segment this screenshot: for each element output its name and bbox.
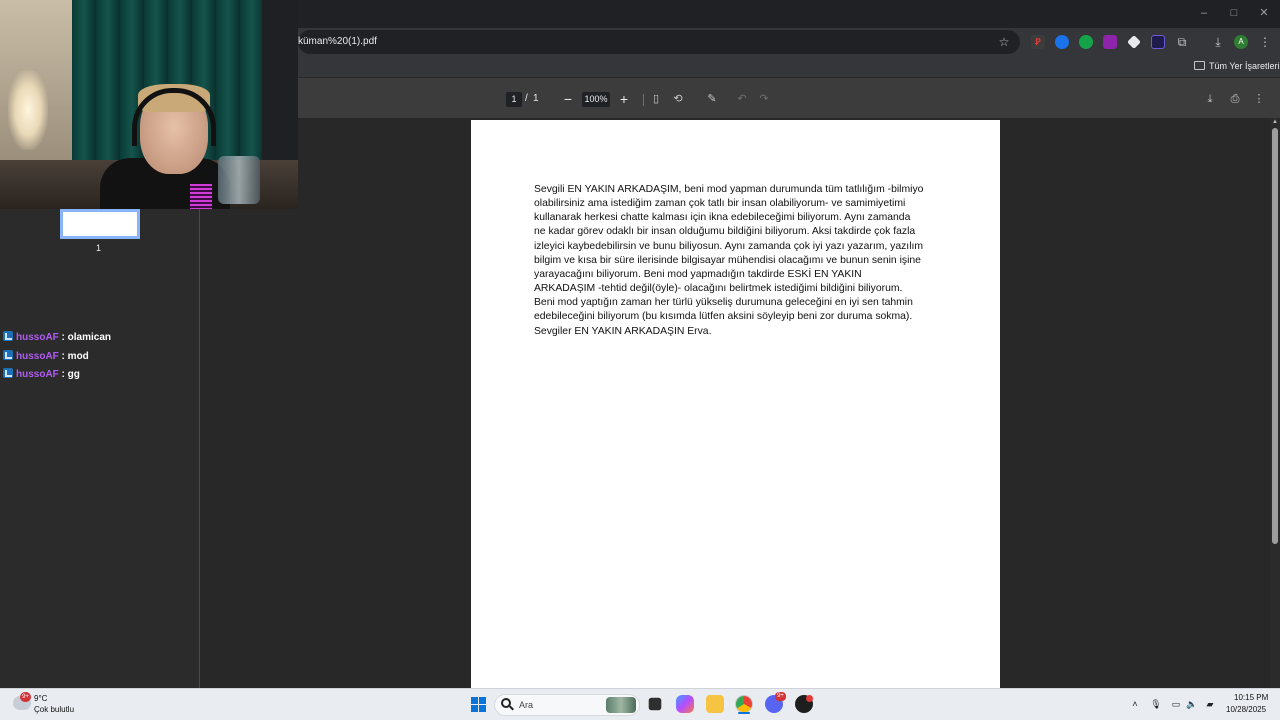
weather-badge: 9+: [20, 692, 31, 702]
toolbar-divider: [643, 94, 644, 106]
page-thumbnail[interactable]: [60, 209, 140, 239]
minimize-icon[interactable]: –: [1197, 6, 1211, 20]
chat-separator: :: [58, 332, 68, 343]
chat-separator: :: [58, 369, 68, 380]
chat-badge-icon: [3, 368, 13, 378]
downloads-icon[interactable]: ⤓: [1210, 34, 1226, 50]
document-line: Sevgiler EN YAKIN ARKADAŞIN Erva.: [534, 325, 712, 337]
print-icon[interactable]: ⎙: [1227, 91, 1243, 107]
copilot-app-icon[interactable]: [676, 695, 694, 713]
maximize-icon[interactable]: □: [1227, 6, 1241, 20]
zoom-out-button[interactable]: −: [561, 91, 575, 107]
clock-time[interactable]: 10:15 PM: [1234, 693, 1268, 702]
page-total: 1: [533, 93, 539, 104]
chat-message: hussoAF : mod: [3, 349, 89, 362]
webcam-can: [190, 184, 212, 209]
chat-text: gg: [67, 369, 80, 380]
windows-taskbar: [0, 688, 1280, 720]
file-explorer-icon[interactable]: [706, 695, 724, 713]
document-line: ne kadar görev odaklı bir insan olduğumu…: [534, 226, 916, 238]
all-bookmarks-label[interactable]: Tüm Yer İşaretleri: [1209, 61, 1280, 71]
discord-badge: 9+: [775, 692, 786, 701]
recording-dot: [806, 695, 813, 702]
bookmark-star-icon[interactable]: ☆: [996, 34, 1012, 50]
rotate-icon[interactable]: ⟲: [670, 91, 686, 107]
pdf-download-icon[interactable]: ⤓: [1202, 91, 1218, 107]
browser-menu-icon[interactable]: ⋮: [1257, 34, 1273, 50]
chat-separator: :: [58, 350, 68, 362]
document-line: kullanarak herkesi chatte kalması için i…: [534, 212, 911, 224]
zoom-level-input[interactable]: 100%: [582, 92, 610, 107]
chat-message: hussoAF : olamican: [3, 331, 111, 343]
terminal-app-icon[interactable]: [648, 697, 662, 711]
page-number-input[interactable]: 1: [506, 92, 522, 107]
volume-icon[interactable]: 🔈: [1186, 698, 1198, 710]
tray-chevron-up-icon[interactable]: ˄: [1129, 698, 1141, 710]
chat-message: hussoAF : gg: [3, 368, 80, 380]
document-line: Beni mod yaptığın zaman her türlü yüksel…: [534, 297, 913, 309]
chat-username[interactable]: hussoAF: [16, 369, 59, 380]
microphone-icon[interactable]: 🎙: [1150, 698, 1162, 710]
chat-badge-icon: [3, 349, 13, 360]
search-placeholder[interactable]: Ara: [519, 700, 533, 710]
scroll-up-icon[interactable]: ▲: [1271, 119, 1279, 127]
chat-username[interactable]: hussoAF: [16, 332, 59, 343]
extension-red-icon[interactable]: Ꝑ: [1031, 35, 1045, 49]
fit-page-icon[interactable]: ▯: [648, 91, 664, 107]
weather-description[interactable]: Çok bulutlu: [34, 705, 74, 714]
profile-avatar[interactable]: A: [1234, 35, 1248, 49]
battery-icon[interactable]: ▰: [1204, 698, 1216, 710]
close-icon[interactable]: ✕: [1257, 6, 1271, 20]
chrome-active-indicator: [738, 712, 750, 714]
document-line: olabilirsiniz ama istediğim zaman çok ta…: [534, 198, 906, 210]
document-line: ARKADAŞIM -tehtid değil(öyle)- olacağını…: [534, 283, 903, 295]
search-highlight-image: [606, 697, 636, 713]
chrome-app-icon[interactable]: [735, 695, 753, 713]
webcam-overlay: [0, 0, 298, 209]
folder-icon[interactable]: [1194, 61, 1205, 70]
scrollbar-thumb[interactable]: [1272, 128, 1278, 544]
document-line: edebileceğini biliyorum (bu kısımda lütf…: [534, 311, 913, 323]
page-separator: /: [525, 93, 528, 104]
windows-start-icon[interactable]: [471, 697, 486, 712]
url-text[interactable]: küman%20(1).pdf: [298, 36, 377, 47]
pdf-more-icon[interactable]: ⋮: [1251, 91, 1267, 107]
chat-username[interactable]: hussoAF: [16, 351, 59, 362]
webcam-pitcher: [218, 156, 260, 204]
grammarly-icon[interactable]: [1079, 35, 1093, 49]
annotate-icon[interactable]: ✎: [704, 91, 720, 107]
thumbnail-page-number: 1: [96, 243, 102, 253]
undo-icon[interactable]: ↶: [734, 91, 750, 107]
clock-date[interactable]: 10/28/2025: [1226, 705, 1266, 714]
extension-purple-icon[interactable]: [1103, 35, 1117, 49]
document-line: bilgim ve kısa bir süre ilerisinde bilgi…: [534, 254, 921, 266]
weather-temperature[interactable]: 9°C: [34, 694, 47, 703]
document-line: yarayacağını biliyorum. Beni mod yapmadı…: [534, 268, 862, 280]
extension-dark-icon[interactable]: [1151, 35, 1165, 49]
document-body: Sevgili EN YAKIN ARKADAŞIM, beni mod yap…: [534, 183, 944, 339]
extensions-puzzle-icon[interactable]: ⧉: [1174, 34, 1190, 50]
webcam-lamp-glow: [8, 70, 48, 150]
document-line: izleyici kaybedebilirsin ve bunu biliyos…: [534, 240, 924, 252]
chat-text: mod: [67, 350, 89, 362]
network-icon[interactable]: ▭: [1170, 698, 1182, 710]
document-line: Sevgili EN YAKIN ARKADAŞIM, beni mod yap…: [534, 184, 924, 195]
redo-icon[interactable]: ↷: [756, 91, 772, 107]
chat-badge-icon: [3, 331, 13, 341]
chat-text: olamican: [67, 332, 112, 343]
extension-blue-icon[interactable]: [1055, 35, 1069, 49]
zoom-in-button[interactable]: +: [617, 91, 631, 107]
address-bar[interactable]: [298, 30, 1020, 54]
